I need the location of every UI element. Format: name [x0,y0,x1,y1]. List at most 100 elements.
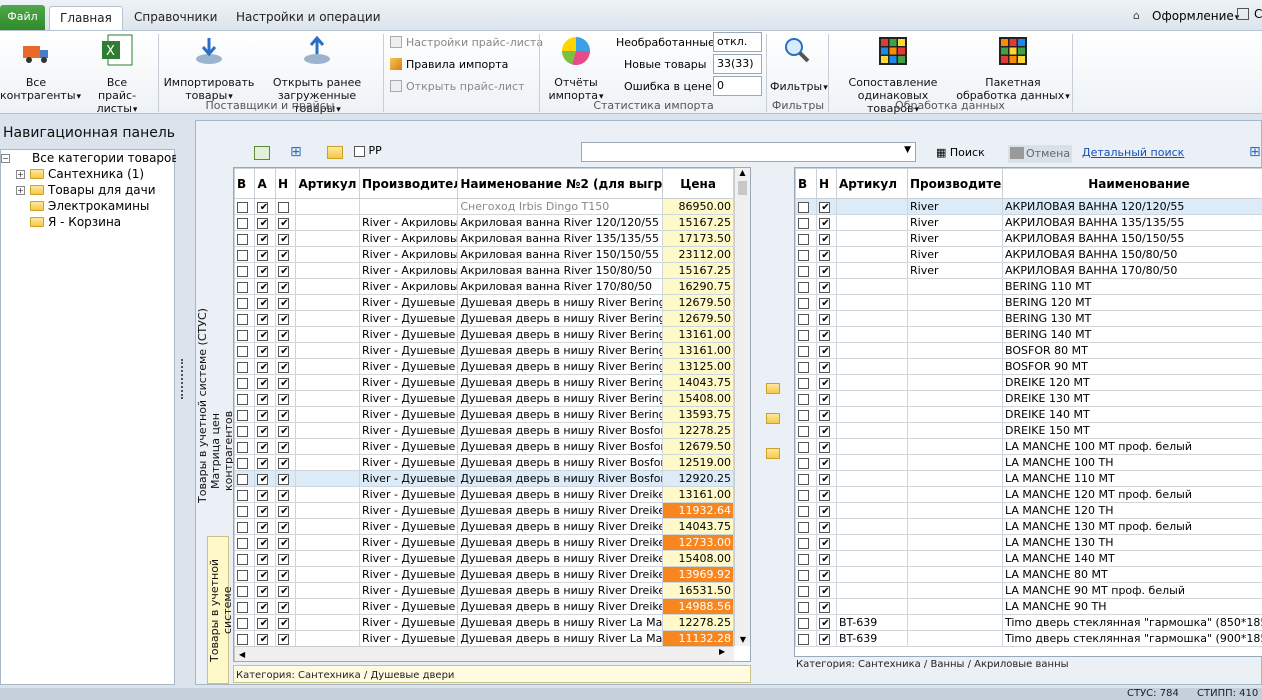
manufacturer-cell[interactable]: River [907,262,1003,279]
all-pricelists-button[interactable]: X Все прайс-листы [78,33,156,117]
window-restore-icon[interactable] [1237,8,1249,20]
n-checkbox[interactable] [819,233,831,245]
tab-references[interactable]: Справочники [124,6,227,30]
b-checkbox[interactable] [237,249,248,261]
b-checkbox[interactable] [237,601,248,613]
table-row[interactable]: RiverАКРИЛОВАЯ ВАННА 150/80/50 [795,246,1262,263]
table-row[interactable]: RiverАКРИЛОВАЯ ВАННА 135/135/55 [795,214,1262,231]
table-row[interactable]: River - АкриловыеАкриловая ванна River 1… [234,214,734,231]
manufacturer-cell[interactable]: River - Душевые к [358,374,459,391]
manufacturer-cell[interactable] [907,566,1003,583]
n-checkbox[interactable] [277,553,290,565]
b-checkbox[interactable] [237,505,248,517]
import-goods-button[interactable]: Импортировать товары [162,35,256,104]
table-row[interactable]: River - Душевые кДушевая дверь в нишу Ri… [234,534,734,551]
a-checkbox[interactable] [257,409,269,421]
manufacturer-cell[interactable]: River - Душевые к [358,614,459,631]
n-checkbox[interactable] [277,377,290,389]
b-checkbox[interactable] [798,569,809,581]
n-checkbox[interactable] [277,265,290,277]
n-checkbox[interactable] [819,521,831,533]
b-checkbox[interactable] [798,489,809,501]
b-checkbox[interactable] [798,601,809,613]
col-price[interactable]: Цена [662,168,734,199]
b-checkbox[interactable] [237,537,248,549]
n-checkbox[interactable] [277,633,290,645]
name-cell[interactable]: Душевая дверь в нишу River Dreike 150 [457,598,664,615]
n-checkbox[interactable] [819,553,831,565]
price-cell[interactable]: 11932.64 [662,502,734,519]
article-cell[interactable] [836,406,908,423]
table-row[interactable]: River - Душевые кДушевая дверь в нишу Ri… [234,342,734,359]
collapse-ribbon-icon[interactable]: ⌂ [1133,9,1140,22]
b-checkbox[interactable] [237,409,248,421]
price-cell[interactable]: 12679.50 [662,310,734,327]
table-row[interactable]: BERING 110 MT [795,278,1262,295]
n-checkbox[interactable] [277,409,290,421]
name-cell[interactable]: Душевая дверь в нишу River Dreike 140 [457,566,664,583]
table-row[interactable]: BERING 120 MT [795,294,1262,311]
n-checkbox[interactable] [819,537,831,549]
table-row[interactable]: River - АкриловыеАкриловая ванна River 1… [234,278,734,295]
n-checkbox[interactable] [819,265,831,277]
tree-toggle-garden[interactable]: + [16,186,25,195]
price-matrix-grid[interactable]: В А Н Артикул Производитель Наименование… [233,167,751,662]
col-name[interactable]: Наименование [1002,168,1262,199]
table-row[interactable]: LA MANCHE 120 TH [795,502,1262,519]
manufacturer-cell[interactable]: River - Акриловые [358,262,459,279]
manufacturer-cell[interactable]: River - Душевые к [358,550,459,567]
price-cell[interactable]: 12278.25 [662,614,734,631]
manufacturer-cell[interactable]: River - Душевые к [358,470,459,487]
name-cell[interactable]: АКРИЛОВАЯ ВАННА 135/135/55 [1002,214,1262,231]
n-checkbox[interactable] [277,249,290,261]
table-row[interactable]: LA MANCHE 140 MT [795,550,1262,567]
table-row[interactable]: LA MANCHE 90 TH [795,598,1262,615]
price-cell[interactable]: 13125.00 [662,358,734,375]
table-row[interactable]: River - Душевые кДушевая дверь в нишу Ri… [234,630,734,647]
b-checkbox[interactable] [237,265,248,277]
n-checkbox[interactable] [819,361,831,373]
scroll-left-icon[interactable]: ◀ [239,650,245,659]
price-cell[interactable]: 12679.50 [662,438,734,455]
col-article[interactable]: Артикул [836,168,908,199]
table-row[interactable]: River - Душевые кДушевая дверь в нишу Ri… [234,550,734,567]
n-checkbox[interactable] [819,409,831,421]
n-checkbox[interactable] [819,617,831,629]
article-cell[interactable] [295,502,360,519]
b-checkbox[interactable] [798,425,809,437]
name-cell[interactable]: Душевая дверь в нишу River Dreike 130 [457,518,664,535]
horizontal-scrollbar[interactable]: ◀ ▶ [234,646,734,661]
article-cell[interactable] [836,598,908,615]
move-folder-icon[interactable] [766,383,780,394]
article-cell[interactable] [836,326,908,343]
n-checkbox[interactable] [819,505,831,517]
article-cell[interactable] [836,310,908,327]
table-row[interactable]: BT-639 Timo дверь стеклянная "гармошка" (… [795,614,1262,631]
a-checkbox[interactable] [257,473,269,485]
table-row[interactable]: DREIKE 140 MT [795,406,1262,423]
col-manufacturer[interactable]: Производитель [358,168,459,199]
article-cell[interactable] [836,230,908,247]
batch-processing-button[interactable]: Пакетная обработка данных [956,35,1070,104]
name-cell[interactable]: Душевая дверь в нишу River Bering 120 [457,342,664,359]
name-cell[interactable]: АКРИЛОВАЯ ВАННА 170/80/50 [1002,262,1262,279]
article-cell[interactable] [836,486,908,503]
tree-item-fireplaces[interactable]: Электрокамины [30,199,149,213]
article-cell[interactable]: BT-639 [836,614,908,631]
b-checkbox[interactable] [237,585,248,597]
article-cell[interactable]: BT-639 [836,630,908,647]
n-checkbox[interactable] [277,345,290,357]
pricelist-settings-button[interactable]: Настройки прайс-листа [390,36,543,49]
article-cell[interactable] [836,358,908,375]
n-checkbox[interactable] [277,361,290,373]
a-checkbox[interactable] [257,569,269,581]
name-cell[interactable]: АКРИЛОВАЯ ВАННА 150/150/55 [1002,230,1262,247]
b-checkbox[interactable] [237,217,248,229]
table-row[interactable]: DREIKE 150 MT [795,422,1262,439]
article-cell[interactable] [836,502,908,519]
b-checkbox[interactable] [237,329,248,341]
table-row[interactable]: River - Душевые кДушевая дверь в нишу Ri… [234,598,734,615]
name-cell[interactable]: Акриловая ванна River 150/150/55 [457,246,664,263]
b-checkbox[interactable] [237,201,248,213]
manufacturer-cell[interactable] [907,470,1003,487]
